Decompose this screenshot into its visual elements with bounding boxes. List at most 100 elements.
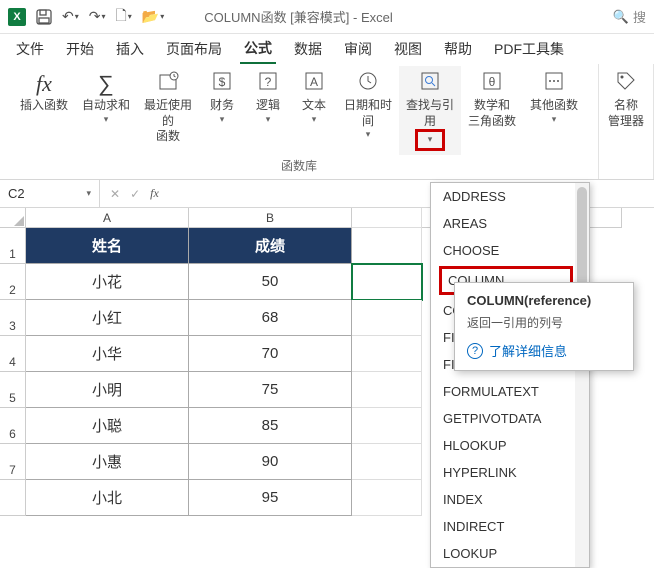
tab-home[interactable]: 开始: [62, 35, 98, 63]
row-header[interactable]: 6: [0, 408, 26, 444]
text-label: 文本: [302, 98, 326, 114]
insert-function-button[interactable]: fx 插入函数: [13, 66, 75, 155]
tab-data[interactable]: 数据: [290, 35, 326, 63]
redo-icon[interactable]: ↷▾: [89, 8, 106, 25]
name-box-value: C2: [8, 186, 25, 201]
new-file-icon[interactable]: 🗋▾: [116, 5, 132, 29]
header-cell[interactable]: 姓名: [26, 228, 189, 264]
recent-functions-button[interactable]: 最近使用的 函数: [137, 66, 199, 155]
svg-text:?: ?: [265, 75, 272, 89]
text-icon: A: [303, 70, 325, 98]
cell[interactable]: 85: [189, 408, 352, 444]
dropdown-item[interactable]: INDEX: [431, 486, 589, 513]
name-box[interactable]: C2 ▾: [0, 180, 100, 207]
cell[interactable]: [352, 336, 422, 372]
cell[interactable]: 75: [189, 372, 352, 408]
lookup-functions-dropdown: ADDRESS AREAS CHOOSE COLUMN CO FI FI FOR…: [430, 182, 590, 568]
tab-formulas[interactable]: 公式: [240, 34, 276, 64]
datetime-button[interactable]: 日期和时间 ▾: [337, 66, 399, 155]
cancel-icon[interactable]: ✕: [110, 187, 120, 201]
cell[interactable]: [352, 444, 422, 480]
row-header[interactable]: 5: [0, 372, 26, 408]
cell[interactable]: 小花: [26, 264, 189, 300]
dropdown-item[interactable]: GETPIVOTDATA: [431, 405, 589, 432]
row-header[interactable]: [0, 480, 26, 516]
chevron-down-icon: ▾: [86, 188, 91, 199]
cell[interactable]: [352, 372, 422, 408]
fx-icon[interactable]: fx: [150, 186, 159, 201]
tab-review[interactable]: 审阅: [340, 35, 376, 63]
dropdown-item[interactable]: ADDRESS: [431, 183, 589, 210]
select-all-corner[interactable]: [0, 208, 26, 228]
cell[interactable]: 小惠: [26, 444, 189, 480]
cell[interactable]: 小北: [26, 480, 189, 516]
cell[interactable]: [352, 408, 422, 444]
cell[interactable]: 90: [189, 444, 352, 480]
cell[interactable]: [352, 228, 422, 264]
cell[interactable]: 小明: [26, 372, 189, 408]
row-header[interactable]: 4: [0, 336, 26, 372]
dropdown-item[interactable]: CHOOSE: [431, 237, 589, 264]
row-header[interactable]: 1: [0, 228, 26, 264]
selected-cell[interactable]: [352, 264, 422, 300]
name-manager-button[interactable]: 名称 管理器: [599, 66, 653, 133]
tab-layout[interactable]: 页面布局: [162, 35, 226, 63]
chevron-down-icon: ▾: [366, 129, 371, 141]
save-icon[interactable]: [36, 9, 52, 25]
tab-help[interactable]: 帮助: [440, 35, 476, 63]
dropdown-item[interactable]: INDIRECT: [431, 513, 589, 540]
text-button[interactable]: A 文本 ▾: [291, 66, 337, 155]
dropdown-item[interactable]: LOOKUP: [431, 540, 589, 567]
lookup-dropdown-toggle[interactable]: ▾: [415, 129, 446, 151]
undo-icon[interactable]: ↶▾: [62, 8, 79, 25]
scrollbar[interactable]: [575, 183, 589, 567]
cell[interactable]: [352, 480, 422, 516]
tab-file[interactable]: 文件: [12, 35, 48, 63]
tooltip-description: 返回一引用的列号: [467, 314, 621, 331]
svg-text:$: $: [219, 75, 226, 89]
other-functions-button[interactable]: 其他函数 ▾: [523, 66, 585, 155]
column-header[interactable]: [352, 208, 422, 228]
column-header[interactable]: A: [26, 208, 189, 228]
cell[interactable]: [352, 300, 422, 336]
chevron-down-icon: ▾: [552, 114, 557, 126]
ribbon-group-label: 函数库: [0, 155, 598, 178]
math-button[interactable]: θ 数学和 三角函数: [461, 66, 523, 155]
search-box[interactable]: 🔍 搜: [613, 7, 646, 26]
row-header[interactable]: 3: [0, 300, 26, 336]
lookup-label: 查找与引用: [401, 98, 459, 129]
autosum-button[interactable]: ∑ 自动求和 ▾: [75, 66, 137, 155]
logic-button[interactable]: ? 逻辑 ▾: [245, 66, 291, 155]
dropdown-item[interactable]: HYPERLINK: [431, 459, 589, 486]
scrollbar-thumb[interactable]: [577, 187, 587, 297]
row-header[interactable]: 7: [0, 444, 26, 480]
dropdown-item[interactable]: FORMULATEXT: [431, 378, 589, 405]
tab-insert[interactable]: 插入: [112, 35, 148, 63]
tab-pdf[interactable]: PDF工具集: [490, 35, 568, 63]
confirm-icon[interactable]: ✓: [130, 187, 140, 201]
header-cell[interactable]: 成绩: [189, 228, 352, 264]
dropdown-item[interactable]: HLOOKUP: [431, 432, 589, 459]
open-folder-icon[interactable]: 📂▾: [142, 8, 164, 25]
ribbon: fx 插入函数 ∑ 自动求和 ▾ 最近使用的 函数 $ 财务 ▾ ? 逻辑: [0, 64, 654, 180]
cell[interactable]: 50: [189, 264, 352, 300]
dropdown-item[interactable]: AREAS: [431, 210, 589, 237]
cell[interactable]: 68: [189, 300, 352, 336]
logic-icon: ?: [257, 70, 279, 98]
svg-text:A: A: [310, 75, 318, 89]
theta-icon: θ: [481, 70, 503, 98]
finance-button[interactable]: $ 财务 ▾: [199, 66, 245, 155]
tooltip-link-label: 了解详细信息: [489, 341, 567, 360]
tooltip-help-link[interactable]: ? 了解详细信息: [467, 341, 621, 360]
cell[interactable]: 小华: [26, 336, 189, 372]
cell[interactable]: 95: [189, 480, 352, 516]
lookup-button[interactable]: 查找与引用 ▾: [399, 66, 461, 155]
title-bar: X ↶▾ ↷▾ 🗋▾ 📂▾ COLUMN函数 [兼容模式] - Excel 🔍 …: [0, 0, 654, 34]
row-header[interactable]: 2: [0, 264, 26, 300]
recent-icon: [157, 70, 179, 98]
column-header[interactable]: B: [189, 208, 352, 228]
cell[interactable]: 小红: [26, 300, 189, 336]
tab-view[interactable]: 视图: [390, 35, 426, 63]
cell[interactable]: 小聪: [26, 408, 189, 444]
cell[interactable]: 70: [189, 336, 352, 372]
